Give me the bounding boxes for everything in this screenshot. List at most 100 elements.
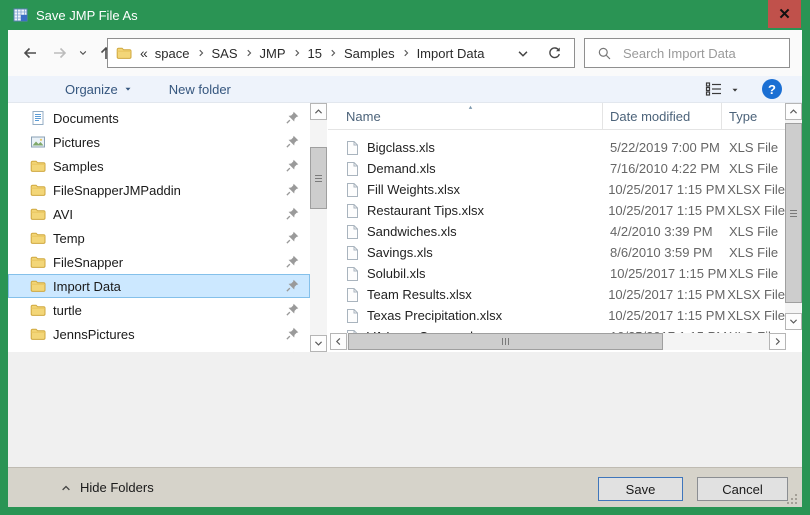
file-type: XLS File xyxy=(729,140,779,155)
column-header-type[interactable]: Type xyxy=(722,103,785,129)
pin-icon[interactable] xyxy=(285,206,300,221)
save-button[interactable]: Save xyxy=(598,477,683,501)
resize-grip[interactable] xyxy=(785,492,797,504)
file-name: Texas Precipitation.xlsx xyxy=(367,308,503,323)
pin-icon[interactable] xyxy=(285,278,300,293)
file-icon xyxy=(346,182,359,198)
file-name: Solubil.xls xyxy=(367,266,426,281)
file-row[interactable]: Sandwiches.xls 4/2/2010 3:39 PM XLS File xyxy=(328,221,785,242)
pin-icon[interactable] xyxy=(285,182,300,197)
file-row[interactable]: Team Results.xlsx 10/25/2017 1:15 PM XLS… xyxy=(328,284,785,305)
breadcrumb-segment[interactable]: Samples xyxy=(339,46,412,61)
breadcrumb-segment[interactable]: 15 xyxy=(303,46,339,61)
pin-icon[interactable] xyxy=(285,158,300,173)
search-icon xyxy=(597,46,612,61)
sidebar-item[interactable]: AVI xyxy=(8,202,310,226)
file-type: XLS File xyxy=(729,245,779,260)
scroll-right-button[interactable] xyxy=(769,333,786,350)
address-bar[interactable]: « space SAS JMP 15 Samples Import Data xyxy=(107,38,575,68)
file-row[interactable]: Savings.xls 8/6/2010 3:59 PM XLS File xyxy=(328,242,785,263)
chevron-right-icon xyxy=(244,48,254,58)
views-icon[interactable] xyxy=(705,81,723,97)
scroll-up-button[interactable] xyxy=(310,103,327,120)
file-icon xyxy=(346,140,359,156)
sidebar-item[interactable]: Samples xyxy=(8,154,310,178)
breadcrumb-segment[interactable]: Import Data xyxy=(412,46,490,61)
chevron-up-icon xyxy=(313,106,324,117)
file-name: Sandwiches.xls xyxy=(367,224,457,239)
chevron-right-icon xyxy=(772,336,783,347)
refresh-icon[interactable] xyxy=(547,46,562,61)
pin-icon[interactable] xyxy=(285,302,300,317)
file-type: XLSX File xyxy=(727,182,785,197)
scrollbar-thumb[interactable] xyxy=(310,147,327,209)
dialog-content: « space SAS JMP 15 Samples Import Data S… xyxy=(8,30,802,507)
hide-folders-button[interactable]: Hide Folders xyxy=(60,480,154,495)
file-row[interactable]: Fill Weights.xlsx 10/25/2017 1:15 PM XLS… xyxy=(328,179,785,200)
file-name: Bigclass.xls xyxy=(367,140,435,155)
scrollbar-thumb[interactable] xyxy=(348,333,663,350)
file-row[interactable]: VA Lung Cancer.xls 10/25/2017 1:15 PM XL… xyxy=(328,326,785,333)
pin-icon[interactable] xyxy=(285,134,300,149)
sidebar-item[interactable]: Documents xyxy=(8,106,310,130)
file-date-modified: 10/25/2017 1:15 PM xyxy=(608,308,726,323)
organize-button[interactable]: Organize xyxy=(65,82,133,97)
breadcrumb-segment[interactable]: JMP xyxy=(255,46,303,61)
scrollbar-thumb[interactable] xyxy=(785,123,802,303)
caret-down-icon xyxy=(123,84,133,94)
file-row[interactable]: Restaurant Tips.xlsx 10/25/2017 1:15 PM … xyxy=(328,200,785,221)
sort-ascending-icon xyxy=(466,104,475,111)
scroll-left-button[interactable] xyxy=(330,333,347,350)
scroll-down-button[interactable] xyxy=(785,313,802,330)
file-date-modified: 10/25/2017 1:15 PM xyxy=(608,287,726,302)
chevron-left-icon xyxy=(333,336,344,347)
chevron-up-icon xyxy=(60,482,72,494)
breadcrumb-segment[interactable]: space xyxy=(150,46,207,61)
breadcrumb-segment[interactable]: SAS xyxy=(207,46,255,61)
views-caret-icon[interactable] xyxy=(730,85,740,95)
pin-icon[interactable] xyxy=(285,326,300,341)
file-name: Savings.xls xyxy=(367,245,433,260)
file-icon xyxy=(346,161,359,177)
sidebar-item[interactable]: Pictures xyxy=(8,130,310,154)
cancel-button[interactable]: Cancel xyxy=(697,477,788,501)
scroll-up-button[interactable] xyxy=(785,103,802,120)
file-row[interactable]: Texas Precipitation.xlsx 10/25/2017 1:15… xyxy=(328,305,785,326)
search-input[interactable]: Search Import Data xyxy=(584,38,790,68)
column-header-date-modified[interactable]: Date modified xyxy=(603,103,722,129)
sidebar-item[interactable]: Temp xyxy=(8,226,310,250)
file-list-scrollbar[interactable] xyxy=(785,103,802,330)
breadcrumb-overflow[interactable]: « xyxy=(140,45,148,61)
pin-icon[interactable] xyxy=(285,230,300,245)
recent-locations-button[interactable] xyxy=(76,42,90,64)
file-name: Team Results.xlsx xyxy=(367,287,472,302)
main-area: Documents Pictures Samples FileSnapperJM… xyxy=(8,103,802,352)
sidebar-item[interactable]: JennsPictures xyxy=(8,322,310,346)
file-row[interactable]: Solubil.xls 10/25/2017 1:15 PM XLS File xyxy=(328,263,785,284)
navigation-bar: « space SAS JMP 15 Samples Import Data S… xyxy=(8,30,802,76)
file-date-modified: 10/25/2017 1:15 PM xyxy=(608,182,726,197)
file-type: XLSX File xyxy=(727,203,785,218)
sidebar-item[interactable]: turtle xyxy=(8,298,310,322)
back-button[interactable] xyxy=(18,42,42,64)
sidebar-item-label: Samples xyxy=(53,158,104,174)
file-row[interactable]: Bigclass.xls 5/22/2019 7:00 PM XLS File xyxy=(328,137,785,158)
scroll-down-button[interactable] xyxy=(310,335,327,352)
sidebar-item[interactable]: FileSnapperJMPaddin xyxy=(8,178,310,202)
new-folder-button[interactable]: New folder xyxy=(169,82,231,97)
pin-icon[interactable] xyxy=(285,254,300,269)
file-row[interactable]: Demand.xls 7/16/2010 4:22 PM XLS File xyxy=(328,158,785,179)
pin-icon[interactable] xyxy=(285,110,300,125)
close-button[interactable]: ✕ xyxy=(768,0,801,28)
help-button[interactable]: ? xyxy=(762,79,782,99)
file-type: XLSX File xyxy=(727,308,785,323)
chevron-down-icon xyxy=(313,338,324,349)
forward-button[interactable] xyxy=(48,42,72,64)
horizontal-scrollbar[interactable] xyxy=(330,333,786,350)
chevron-up-icon xyxy=(788,106,799,117)
address-dropdown-icon[interactable] xyxy=(516,47,530,61)
sidebar-item[interactable]: Import Data xyxy=(8,274,310,298)
sidebar-scrollbar[interactable] xyxy=(310,103,327,352)
sidebar-item[interactable]: FileSnapper xyxy=(8,250,310,274)
file-rows: Bigclass.xls 5/22/2019 7:00 PM XLS File … xyxy=(328,130,785,333)
